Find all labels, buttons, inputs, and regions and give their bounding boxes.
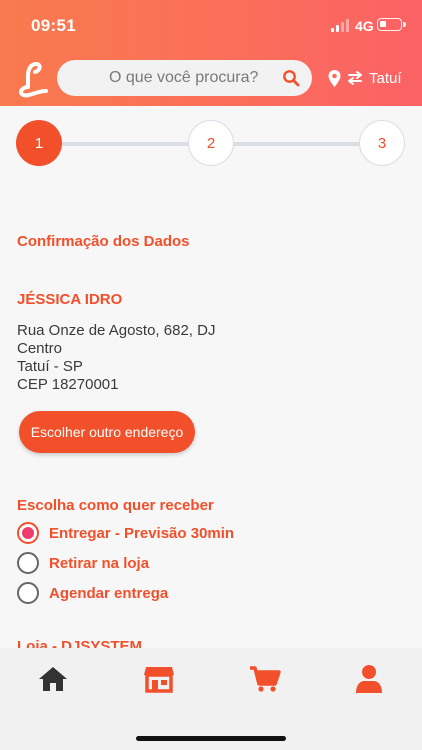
address-city: Tatuí - SP <box>17 358 83 375</box>
user-icon <box>356 665 382 693</box>
stepper-line <box>62 142 190 146</box>
step-3[interactable]: 3 <box>359 120 405 166</box>
status-time: 09:51 <box>31 16 76 35</box>
delivery-option-label[interactable]: Entregar - Previsão 30min <box>49 525 234 542</box>
swap-icon <box>348 71 362 85</box>
delivery-option-schedule[interactable]: Agendar entrega <box>17 581 168 605</box>
app-logo-icon[interactable] <box>16 60 50 98</box>
map-pin-icon <box>328 69 341 87</box>
network-type: 4G <box>355 18 374 34</box>
step-2[interactable]: 2 <box>188 120 234 166</box>
search-placeholder: O que você procura? <box>109 69 259 86</box>
delivery-option-deliver[interactable]: Entregar - Previsão 30min <box>17 521 234 545</box>
address-district: Centro <box>17 340 63 357</box>
search-icon[interactable] <box>282 69 300 87</box>
delivery-option-label[interactable]: Agendar entrega <box>49 585 168 602</box>
delivery-option-pickup[interactable]: Retirar na loja <box>17 551 149 575</box>
radio-selected-icon[interactable] <box>17 522 39 544</box>
status-bar: 09:51 4G <box>0 0 422 50</box>
tab-home[interactable] <box>37 664 69 694</box>
change-address-button[interactable]: Escolher outro endereço <box>19 411 195 453</box>
cart-icon <box>250 666 281 692</box>
location-selector[interactable]: Tatuí <box>328 68 402 88</box>
customer-name: JÉSSICA IDRO <box>17 291 123 308</box>
address-cep: CEP 18270001 <box>17 376 119 393</box>
radio-icon[interactable] <box>17 582 39 604</box>
address-street: Rua Onze de Agosto, 682, DJ <box>17 322 216 339</box>
delivery-option-label[interactable]: Retirar na loja <box>49 555 149 572</box>
tab-cart[interactable] <box>249 664 281 694</box>
signal-icon <box>331 19 349 32</box>
confirmation-title: Confirmação dos Dados <box>17 233 190 250</box>
location-city: Tatuí <box>369 69 402 87</box>
battery-icon <box>377 18 406 31</box>
home-indicator <box>136 736 286 741</box>
tab-profile[interactable] <box>353 664 385 694</box>
step-1[interactable]: 1 <box>16 120 62 166</box>
delivery-title: Escolha como quer receber <box>17 497 214 514</box>
store-icon <box>144 667 174 693</box>
home-icon <box>39 667 67 691</box>
tab-store[interactable] <box>143 664 175 694</box>
search-input[interactable]: O que você procura? <box>57 60 312 96</box>
radio-icon[interactable] <box>17 552 39 574</box>
store-label: Loja - DJSYSTEM <box>17 638 143 648</box>
stepper-line <box>233 142 361 146</box>
